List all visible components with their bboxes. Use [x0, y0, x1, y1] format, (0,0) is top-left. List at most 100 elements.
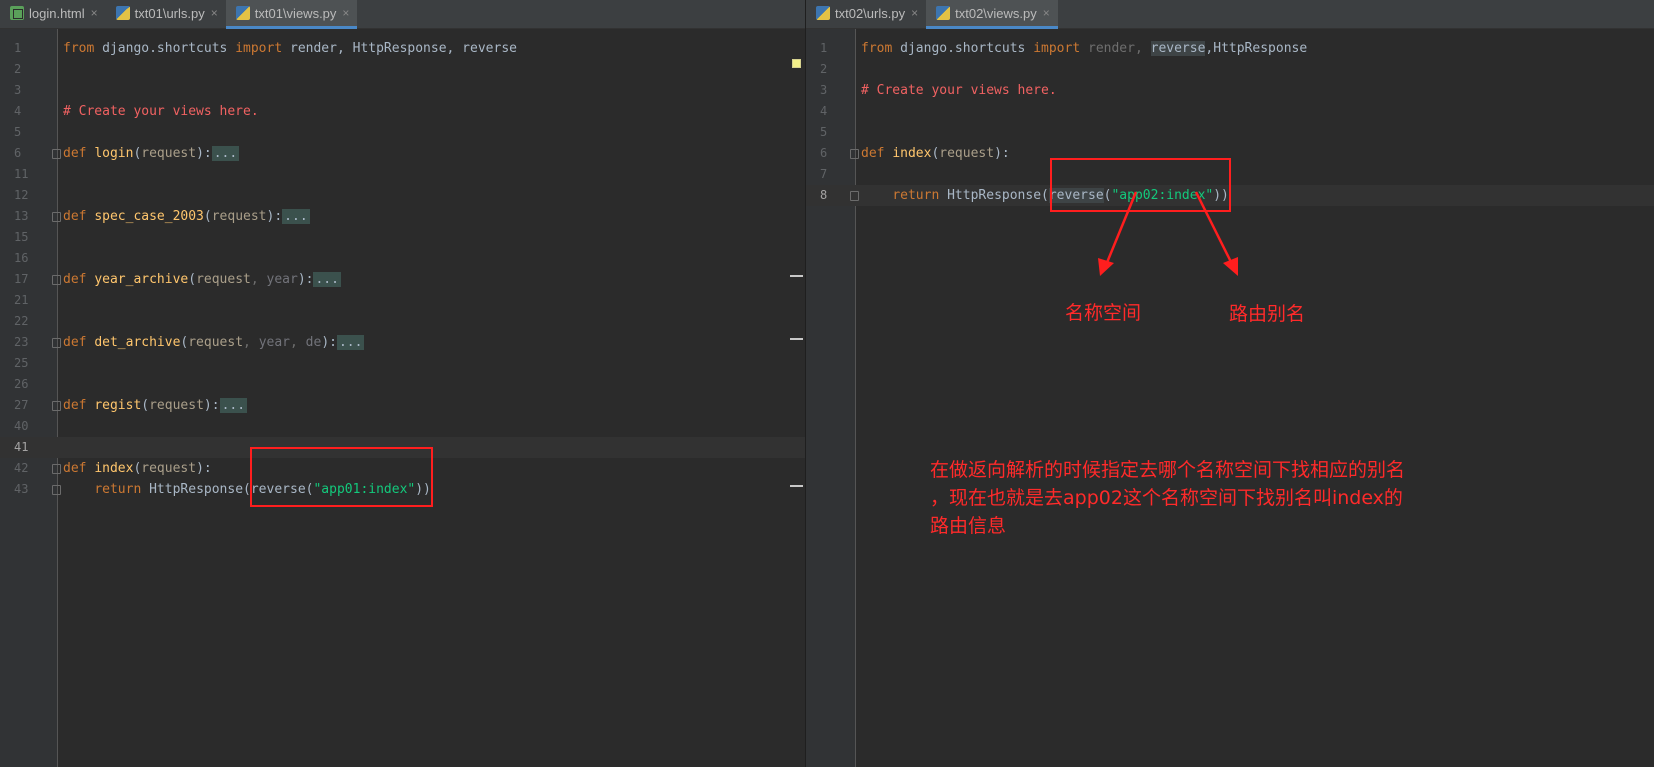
- line-number: 43: [14, 482, 29, 496]
- route-alias-label: 路由别名: [1229, 303, 1306, 325]
- folded-code[interactable]: ...: [219, 398, 248, 413]
- close-icon[interactable]: ×: [211, 6, 218, 20]
- line-number: 2: [14, 62, 22, 76]
- code-line[interactable]: 3 # Create your views here.: [806, 80, 1654, 101]
- tab-login-html[interactable]: login.html ×: [0, 0, 106, 29]
- scrollbar-marker[interactable]: [790, 338, 803, 340]
- line-number: 1: [14, 41, 22, 55]
- folded-code[interactable]: ...: [282, 209, 310, 224]
- tab-label: txt01\urls.py: [134, 5, 205, 21]
- code-line[interactable]: 6 def index(request):: [806, 143, 1654, 164]
- code-line[interactable]: 11: [0, 164, 805, 185]
- tab-label: txt01\views.py: [254, 5, 337, 21]
- current-code-line[interactable]: 8 return HttpResponse(reverse("app02:ind…: [806, 185, 1654, 206]
- line-number: 41: [14, 440, 29, 454]
- code-line[interactable]: 4 # Create your views here.: [0, 101, 805, 122]
- line-number: 26: [14, 377, 29, 391]
- python-file-icon: [235, 6, 250, 20]
- code-line[interactable]: 22: [0, 311, 805, 332]
- fold-toggle-icon[interactable]: [52, 338, 61, 348]
- fold-end-icon[interactable]: [52, 485, 61, 495]
- line-number: 13: [14, 209, 29, 223]
- line-number: 6: [820, 146, 828, 160]
- file-status-indicator[interactable]: [792, 59, 801, 68]
- scrollbar-marker[interactable]: [790, 485, 803, 487]
- code-line[interactable]: 5: [806, 122, 1654, 143]
- line-number: 7: [820, 167, 828, 181]
- code-line[interactable]: 16: [0, 248, 805, 269]
- string-literal: "app01:index": [313, 482, 416, 497]
- right-tab-bar: txt02\urls.py × txt02\views.py ×: [806, 0, 1654, 29]
- fold-end-icon[interactable]: [850, 191, 859, 201]
- code-line[interactable]: 3: [0, 80, 805, 101]
- line-number: 25: [14, 356, 29, 370]
- line-number: 16: [14, 251, 29, 265]
- line-number: 42: [14, 461, 29, 475]
- code-comment: # Create your views here.: [63, 104, 259, 119]
- folded-code[interactable]: ...: [336, 335, 365, 350]
- code-line[interactable]: 1 from django.shortcuts import render, r…: [806, 38, 1654, 59]
- code-line[interactable]: 1 from django.shortcuts import render, H…: [0, 38, 805, 59]
- code-line[interactable]: 2: [0, 59, 805, 80]
- code-line[interactable]: 40: [0, 416, 805, 437]
- left-editor-pane: login.html × txt01\urls.py × txt01\views…: [0, 0, 805, 767]
- line-number: 5: [820, 125, 828, 139]
- tab-txt02-urls[interactable]: txt02\urls.py ×: [806, 0, 926, 29]
- code-line[interactable]: 12: [0, 185, 805, 206]
- left-tab-bar: login.html × txt01\urls.py × txt01\views…: [0, 0, 805, 29]
- code-line[interactable]: 6 def login(request):...: [0, 143, 805, 164]
- fold-toggle-icon[interactable]: [52, 464, 61, 474]
- close-icon[interactable]: ×: [1043, 6, 1050, 20]
- html-file-icon: [10, 6, 24, 20]
- line-number: 40: [14, 419, 29, 433]
- tab-txt01-urls[interactable]: txt01\urls.py ×: [106, 0, 226, 29]
- line-number: 8: [820, 188, 828, 202]
- fold-toggle-icon[interactable]: [52, 275, 61, 285]
- tab-txt01-views[interactable]: txt01\views.py ×: [225, 0, 358, 29]
- code-line[interactable]: 2: [806, 59, 1654, 80]
- line-number: 11: [14, 167, 29, 181]
- line-number: 17: [14, 272, 29, 286]
- code-line[interactable]: 13 def spec_case_2003(request):...: [0, 206, 805, 227]
- folded-code[interactable]: ...: [211, 146, 240, 161]
- scrollbar-marker[interactable]: [790, 275, 803, 277]
- code-line[interactable]: 17 def year_archive(request, year):...: [0, 269, 805, 290]
- namespace-label: 名称空间: [1065, 302, 1142, 324]
- code-line[interactable]: 26: [0, 374, 805, 395]
- line-number: 27: [14, 398, 29, 412]
- code-line[interactable]: 43 return HttpResponse(reverse("app01:in…: [0, 479, 805, 500]
- fold-toggle-icon[interactable]: [52, 212, 61, 222]
- code-line[interactable]: 27 def regist(request):...: [0, 395, 805, 416]
- line-number: 2: [820, 62, 828, 76]
- line-number: 21: [14, 293, 29, 307]
- folded-code[interactable]: ...: [313, 272, 341, 287]
- close-icon[interactable]: ×: [911, 6, 918, 20]
- python-file-icon: [936, 6, 951, 20]
- line-number: 4: [14, 104, 22, 118]
- tab-label: txt02\urls.py: [835, 5, 906, 21]
- code-line[interactable]: 7: [806, 164, 1654, 185]
- code-line[interactable]: 4: [806, 101, 1654, 122]
- code-line[interactable]: 5: [0, 122, 805, 143]
- close-icon[interactable]: ×: [91, 6, 98, 20]
- tab-label: txt02\views.py: [955, 5, 1037, 21]
- line-number: 3: [820, 83, 828, 97]
- code-line[interactable]: 42 def index(request):: [0, 458, 805, 479]
- tab-label: login.html: [29, 5, 85, 21]
- code-line[interactable]: 23 def det_archive(request, year, de):..…: [0, 332, 805, 353]
- close-icon[interactable]: ×: [342, 6, 349, 20]
- code-line[interactable]: 21: [0, 290, 805, 311]
- fold-toggle-icon[interactable]: [52, 149, 61, 159]
- python-file-icon: [816, 6, 830, 20]
- fold-toggle-icon[interactable]: [52, 401, 61, 411]
- code-line[interactable]: 15: [0, 227, 805, 248]
- right-code-editor[interactable]: 1 from django.shortcuts import render, r…: [806, 29, 1654, 767]
- line-number: 3: [14, 83, 22, 97]
- code-line[interactable]: 25: [0, 353, 805, 374]
- python-file-icon: [115, 6, 130, 20]
- tab-txt02-views[interactable]: txt02\views.py ×: [926, 0, 1058, 29]
- fold-toggle-icon[interactable]: [850, 149, 859, 159]
- current-code-line[interactable]: 41: [0, 437, 805, 458]
- left-code-editor[interactable]: 1 from django.shortcuts import render, H…: [0, 29, 805, 767]
- line-number: 6: [14, 146, 22, 160]
